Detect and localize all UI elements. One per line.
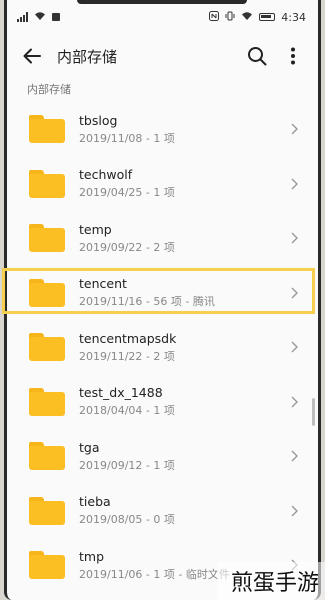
status-time: 4:34 bbox=[281, 10, 306, 24]
folder-info: 2019/11/16 - 56 项 - 腾讯 bbox=[79, 295, 215, 309]
vibrate-icon bbox=[225, 11, 235, 24]
folder-icon bbox=[29, 442, 65, 471]
more-vert-icon bbox=[291, 47, 295, 65]
nfc-icon bbox=[209, 10, 220, 24]
folder-icon bbox=[29, 278, 65, 307]
wifi-status-icon bbox=[241, 11, 253, 24]
status-bar: 4:34 bbox=[7, 0, 318, 34]
folder-name: tencent bbox=[79, 276, 127, 292]
folder-info: 2019/08/05 - 0 项 bbox=[79, 513, 175, 527]
scrollbar-thumb[interactable] bbox=[312, 398, 315, 426]
folder-row[interactable]: tga 2019/09/12 - 1 项 bbox=[7, 429, 318, 484]
page-title: 内部存储 bbox=[57, 47, 118, 66]
folder-row[interactable]: temp 2019/09/22 - 2 项 bbox=[7, 211, 318, 266]
folder-icon bbox=[29, 333, 65, 362]
status-icons-right: 4:34 bbox=[209, 10, 306, 24]
folder-name: test_dx_1488 bbox=[79, 385, 163, 401]
folder-row[interactable]: test_dx_1488 2018/04/04 - 1 项 bbox=[7, 375, 318, 430]
folder-icon bbox=[29, 496, 65, 525]
folder-info: 2019/11/08 - 1 项 bbox=[79, 131, 175, 145]
folder-name: tencentmapsdk bbox=[79, 330, 177, 346]
chevron-right-icon bbox=[291, 232, 298, 244]
chevron-right-icon bbox=[291, 341, 298, 353]
folder-name: temp bbox=[79, 221, 112, 237]
folder-info: 2019/04/25 - 1 项 bbox=[79, 186, 175, 200]
folder-name: tbslog bbox=[79, 112, 118, 128]
chevron-right-icon bbox=[291, 396, 298, 408]
device-notch bbox=[77, 0, 247, 4]
folder-icon bbox=[29, 387, 65, 416]
arrow-left-icon bbox=[23, 48, 41, 64]
phone-screen: 4:34 内部存储 内部存储 tbslog 2019/11/08 - 1 项 t… bbox=[4, 0, 321, 600]
search-icon bbox=[248, 47, 267, 66]
folder-info: 2019/09/22 - 2 项 bbox=[79, 240, 175, 254]
back-button[interactable] bbox=[17, 41, 47, 71]
app-bar: 内部存储 bbox=[7, 34, 318, 78]
search-button[interactable] bbox=[242, 41, 272, 71]
folder-info: 2019/09/12 - 1 项 bbox=[79, 458, 175, 472]
folder-info: 2019/11/22 - 2 项 bbox=[79, 349, 175, 363]
chevron-right-icon bbox=[291, 505, 298, 517]
watermark-text: 煎蛋手游 bbox=[216, 562, 325, 600]
folder-list: tbslog 2019/11/08 - 1 项 techwolf 2019/04/2… bbox=[7, 102, 318, 593]
folder-row[interactable]: tencentmapsdk 2019/11/22 - 2 项 bbox=[7, 320, 318, 375]
folder-row[interactable]: tbslog 2019/11/08 - 1 项 bbox=[7, 102, 318, 157]
chevron-right-icon bbox=[291, 287, 298, 299]
folder-row-selected[interactable]: tencent 2019/11/16 - 56 项 - 腾讯 bbox=[7, 266, 318, 321]
folder-row[interactable]: techwolf 2019/04/25 - 1 项 bbox=[7, 157, 318, 212]
folder-icon bbox=[29, 169, 65, 198]
notification-icon bbox=[52, 13, 60, 21]
wifi-icon bbox=[34, 11, 46, 24]
folder-name: tieba bbox=[79, 494, 111, 510]
signal-icon bbox=[17, 12, 28, 22]
chevron-right-icon bbox=[291, 178, 298, 190]
battery-icon bbox=[259, 13, 276, 21]
folder-icon bbox=[29, 551, 65, 580]
status-icons-left bbox=[17, 11, 60, 24]
folder-info: 2018/04/04 - 1 项 bbox=[79, 404, 175, 418]
folder-row[interactable]: tieba 2019/08/05 - 0 项 bbox=[7, 484, 318, 539]
chevron-right-icon bbox=[291, 450, 298, 462]
breadcrumb[interactable]: 内部存储 bbox=[7, 78, 318, 102]
more-options-button[interactable] bbox=[278, 41, 308, 71]
folder-name: tga bbox=[79, 439, 100, 455]
folder-icon bbox=[29, 224, 65, 253]
folder-icon bbox=[29, 115, 65, 144]
folder-name: techwolf bbox=[79, 167, 133, 183]
chevron-right-icon bbox=[291, 123, 298, 135]
